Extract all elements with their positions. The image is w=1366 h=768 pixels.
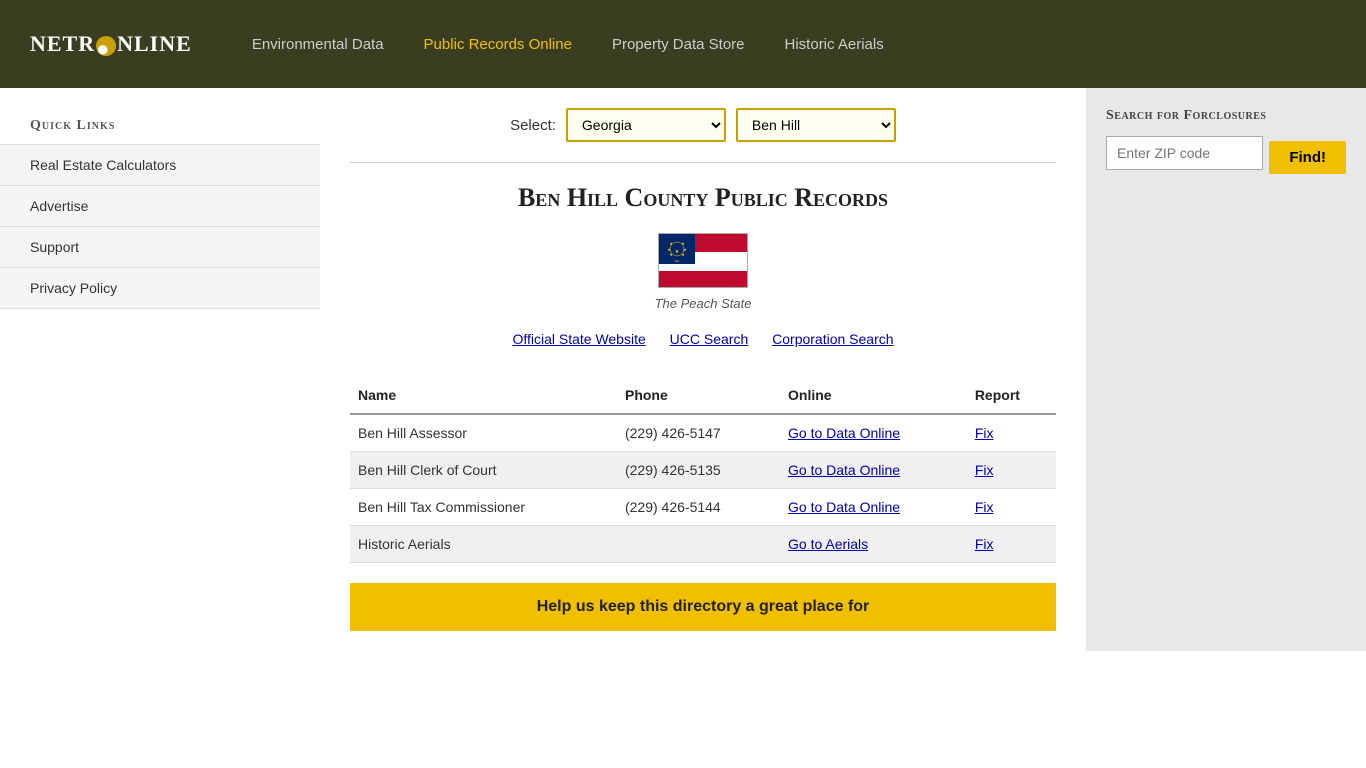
- right-panel: Search for Forclosures Find!: [1086, 88, 1366, 651]
- row-name: Historic Aerials: [350, 526, 617, 563]
- row-report: Fix: [967, 452, 1056, 489]
- state-select[interactable]: Georgia Alabama Alaska Arizona Arkansas …: [566, 108, 726, 142]
- row-online: Go to Data Online: [780, 452, 967, 489]
- zip-search-form: Find!: [1106, 136, 1346, 178]
- row-report: Fix: [967, 414, 1056, 452]
- table-row: Historic Aerials Go to Aerials Fix: [350, 526, 1056, 563]
- ucc-search-link[interactable]: UCC Search: [670, 331, 749, 347]
- fix-link[interactable]: Fix: [975, 462, 994, 478]
- corporation-search-link[interactable]: Corporation Search: [772, 331, 893, 347]
- svg-text:GA: GA: [675, 259, 679, 263]
- sidebar-item-real-estate[interactable]: Real Estate Calculators: [0, 144, 320, 185]
- online-link[interactable]: Go to Aerials: [788, 536, 868, 552]
- nav-public-records[interactable]: Public Records Online: [424, 36, 572, 53]
- col-name: Name: [350, 377, 617, 414]
- flag-caption: The Peach State: [350, 296, 1056, 311]
- online-link[interactable]: Go to Data Online: [788, 499, 900, 515]
- svg-text:★: ★: [681, 252, 685, 257]
- fix-link[interactable]: Fix: [975, 425, 994, 441]
- svg-text:★: ★: [669, 252, 673, 257]
- sidebar-item-support[interactable]: Support: [0, 226, 320, 267]
- sidebar-title: Quick Links: [0, 108, 320, 144]
- nav-historic-aerials[interactable]: Historic Aerials: [785, 36, 884, 53]
- svg-text:★: ★: [681, 241, 685, 246]
- page-body: Quick Links Real Estate Calculators Adve…: [0, 88, 1366, 651]
- online-link[interactable]: Go to Data Online: [788, 462, 900, 478]
- sidebar-item-privacy[interactable]: Privacy Policy: [0, 267, 320, 309]
- svg-text:★: ★: [669, 241, 673, 246]
- site-logo[interactable]: NETR●NLINE: [30, 31, 192, 57]
- find-button[interactable]: Find!: [1269, 141, 1346, 174]
- table-row: Ben Hill Tax Commissioner (229) 426-5144…: [350, 489, 1056, 526]
- row-phone: (229) 426-5144: [617, 489, 780, 526]
- county-select[interactable]: Ben Hill Berrien Bibb Bleckley Brantley …: [736, 108, 896, 142]
- row-report: Fix: [967, 489, 1056, 526]
- col-phone: Phone: [617, 377, 780, 414]
- main-nav: Environmental Data Public Records Online…: [252, 36, 884, 53]
- county-title: Ben Hill County Public Records: [350, 183, 1056, 213]
- foreclosure-title: Search for Forclosures: [1106, 108, 1346, 124]
- bottom-banner: Help us keep this directory a great plac…: [350, 583, 1056, 631]
- fix-link[interactable]: Fix: [975, 499, 994, 515]
- official-state-link[interactable]: Official State Website: [512, 331, 645, 347]
- row-online: Go to Data Online: [780, 414, 967, 452]
- records-table: Name Phone Online Report Ben Hill Assess…: [350, 377, 1056, 563]
- sidebar-item-advertise[interactable]: Advertise: [0, 185, 320, 226]
- fix-link[interactable]: Fix: [975, 536, 994, 552]
- state-flag: ★ ★ ★ ★ ★ ★ ★ GA: [658, 233, 748, 288]
- row-name: Ben Hill Tax Commissioner: [350, 489, 617, 526]
- row-online: Go to Data Online: [780, 489, 967, 526]
- col-online: Online: [780, 377, 967, 414]
- zip-input[interactable]: [1106, 136, 1263, 170]
- col-report: Report: [967, 377, 1056, 414]
- online-link[interactable]: Go to Data Online: [788, 425, 900, 441]
- row-name: Ben Hill Assessor: [350, 414, 617, 452]
- site-header: NETR●NLINE Environmental Data Public Rec…: [0, 0, 1366, 88]
- row-phone: (229) 426-5147: [617, 414, 780, 452]
- table-row: Ben Hill Clerk of Court (229) 426-5135 G…: [350, 452, 1056, 489]
- flag-area: ★ ★ ★ ★ ★ ★ ★ GA The Peach State: [350, 233, 1056, 311]
- nav-environmental[interactable]: Environmental Data: [252, 36, 384, 53]
- nav-property-data[interactable]: Property Data Store: [612, 36, 745, 53]
- row-phone: (229) 426-5135: [617, 452, 780, 489]
- globe-icon: ●: [96, 36, 116, 56]
- sidebar: Quick Links Real Estate Calculators Adve…: [0, 88, 320, 651]
- select-row: Select: Georgia Alabama Alaska Arizona A…: [350, 108, 1056, 163]
- row-report: Fix: [967, 526, 1056, 563]
- row-name: Ben Hill Clerk of Court: [350, 452, 617, 489]
- row-online: Go to Aerials: [780, 526, 967, 563]
- row-phone: [617, 526, 780, 563]
- table-row: Ben Hill Assessor (229) 426-5147 Go to D…: [350, 414, 1056, 452]
- state-links: Official State Website UCC Search Corpor…: [350, 331, 1056, 347]
- svg-text:★: ★: [675, 249, 680, 255]
- content-wrapper: Select: Georgia Alabama Alaska Arizona A…: [320, 88, 1366, 651]
- main-content: Select: Georgia Alabama Alaska Arizona A…: [320, 88, 1086, 651]
- select-label: Select:: [510, 117, 556, 134]
